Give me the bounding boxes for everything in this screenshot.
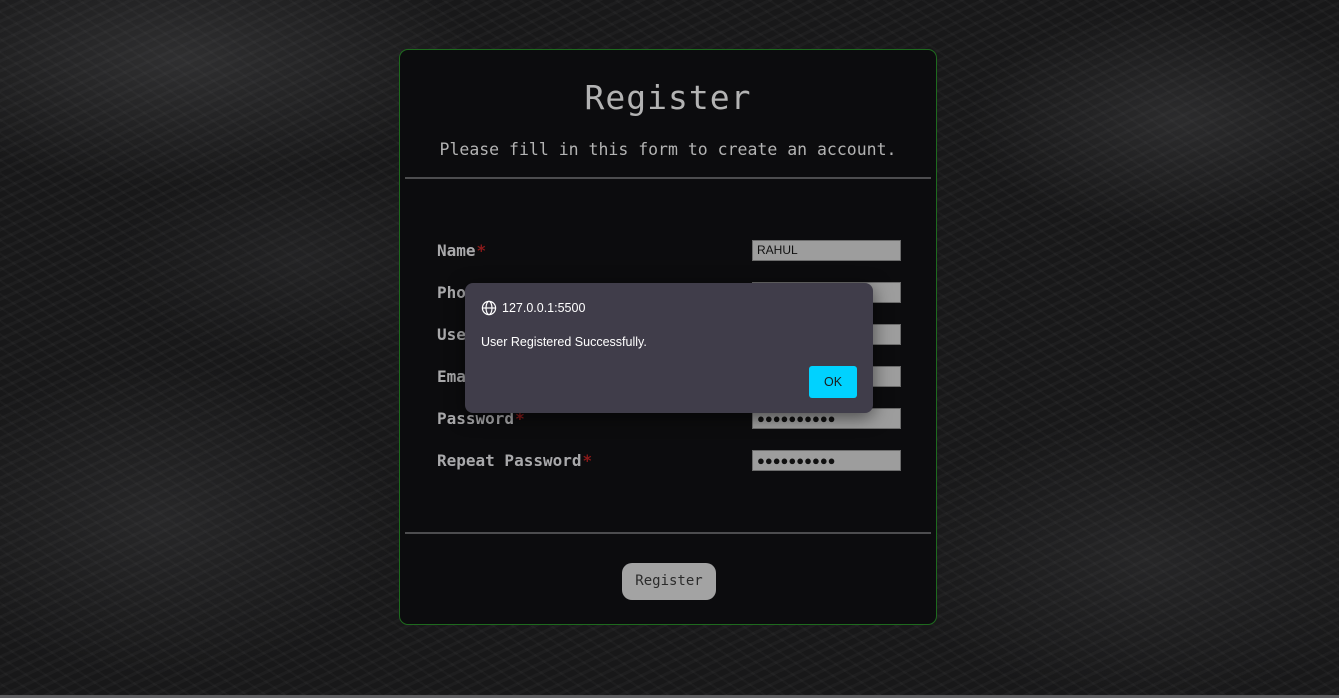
name-input[interactable]: RAHUL	[752, 240, 901, 261]
required-marker: *	[582, 451, 593, 470]
form-title: Register	[584, 78, 752, 117]
ok-button[interactable]: OK	[809, 366, 857, 398]
dialog-origin: 127.0.0.1:5500	[481, 299, 585, 317]
repeat-password-label: Repeat Password*	[437, 451, 593, 470]
register-button[interactable]: Register	[622, 563, 716, 600]
dialog-message: User Registered Successfully.	[481, 335, 647, 349]
form-subtitle: Please fill in this form to create an ac…	[439, 140, 897, 159]
repeat-password-row: Repeat Password* ●●●●●●●●●●	[437, 450, 901, 472]
name-label: Name*	[437, 241, 487, 260]
top-divider	[405, 177, 931, 179]
required-marker: *	[476, 241, 487, 260]
globe-icon	[481, 300, 497, 316]
alert-dialog: 127.0.0.1:5500 User Registered Successfu…	[465, 283, 873, 413]
bottom-divider	[405, 532, 931, 534]
dialog-origin-text: 127.0.0.1:5500	[502, 301, 586, 315]
repeat-password-input[interactable]: ●●●●●●●●●●	[752, 450, 901, 471]
name-row: Name* RAHUL	[437, 240, 901, 262]
